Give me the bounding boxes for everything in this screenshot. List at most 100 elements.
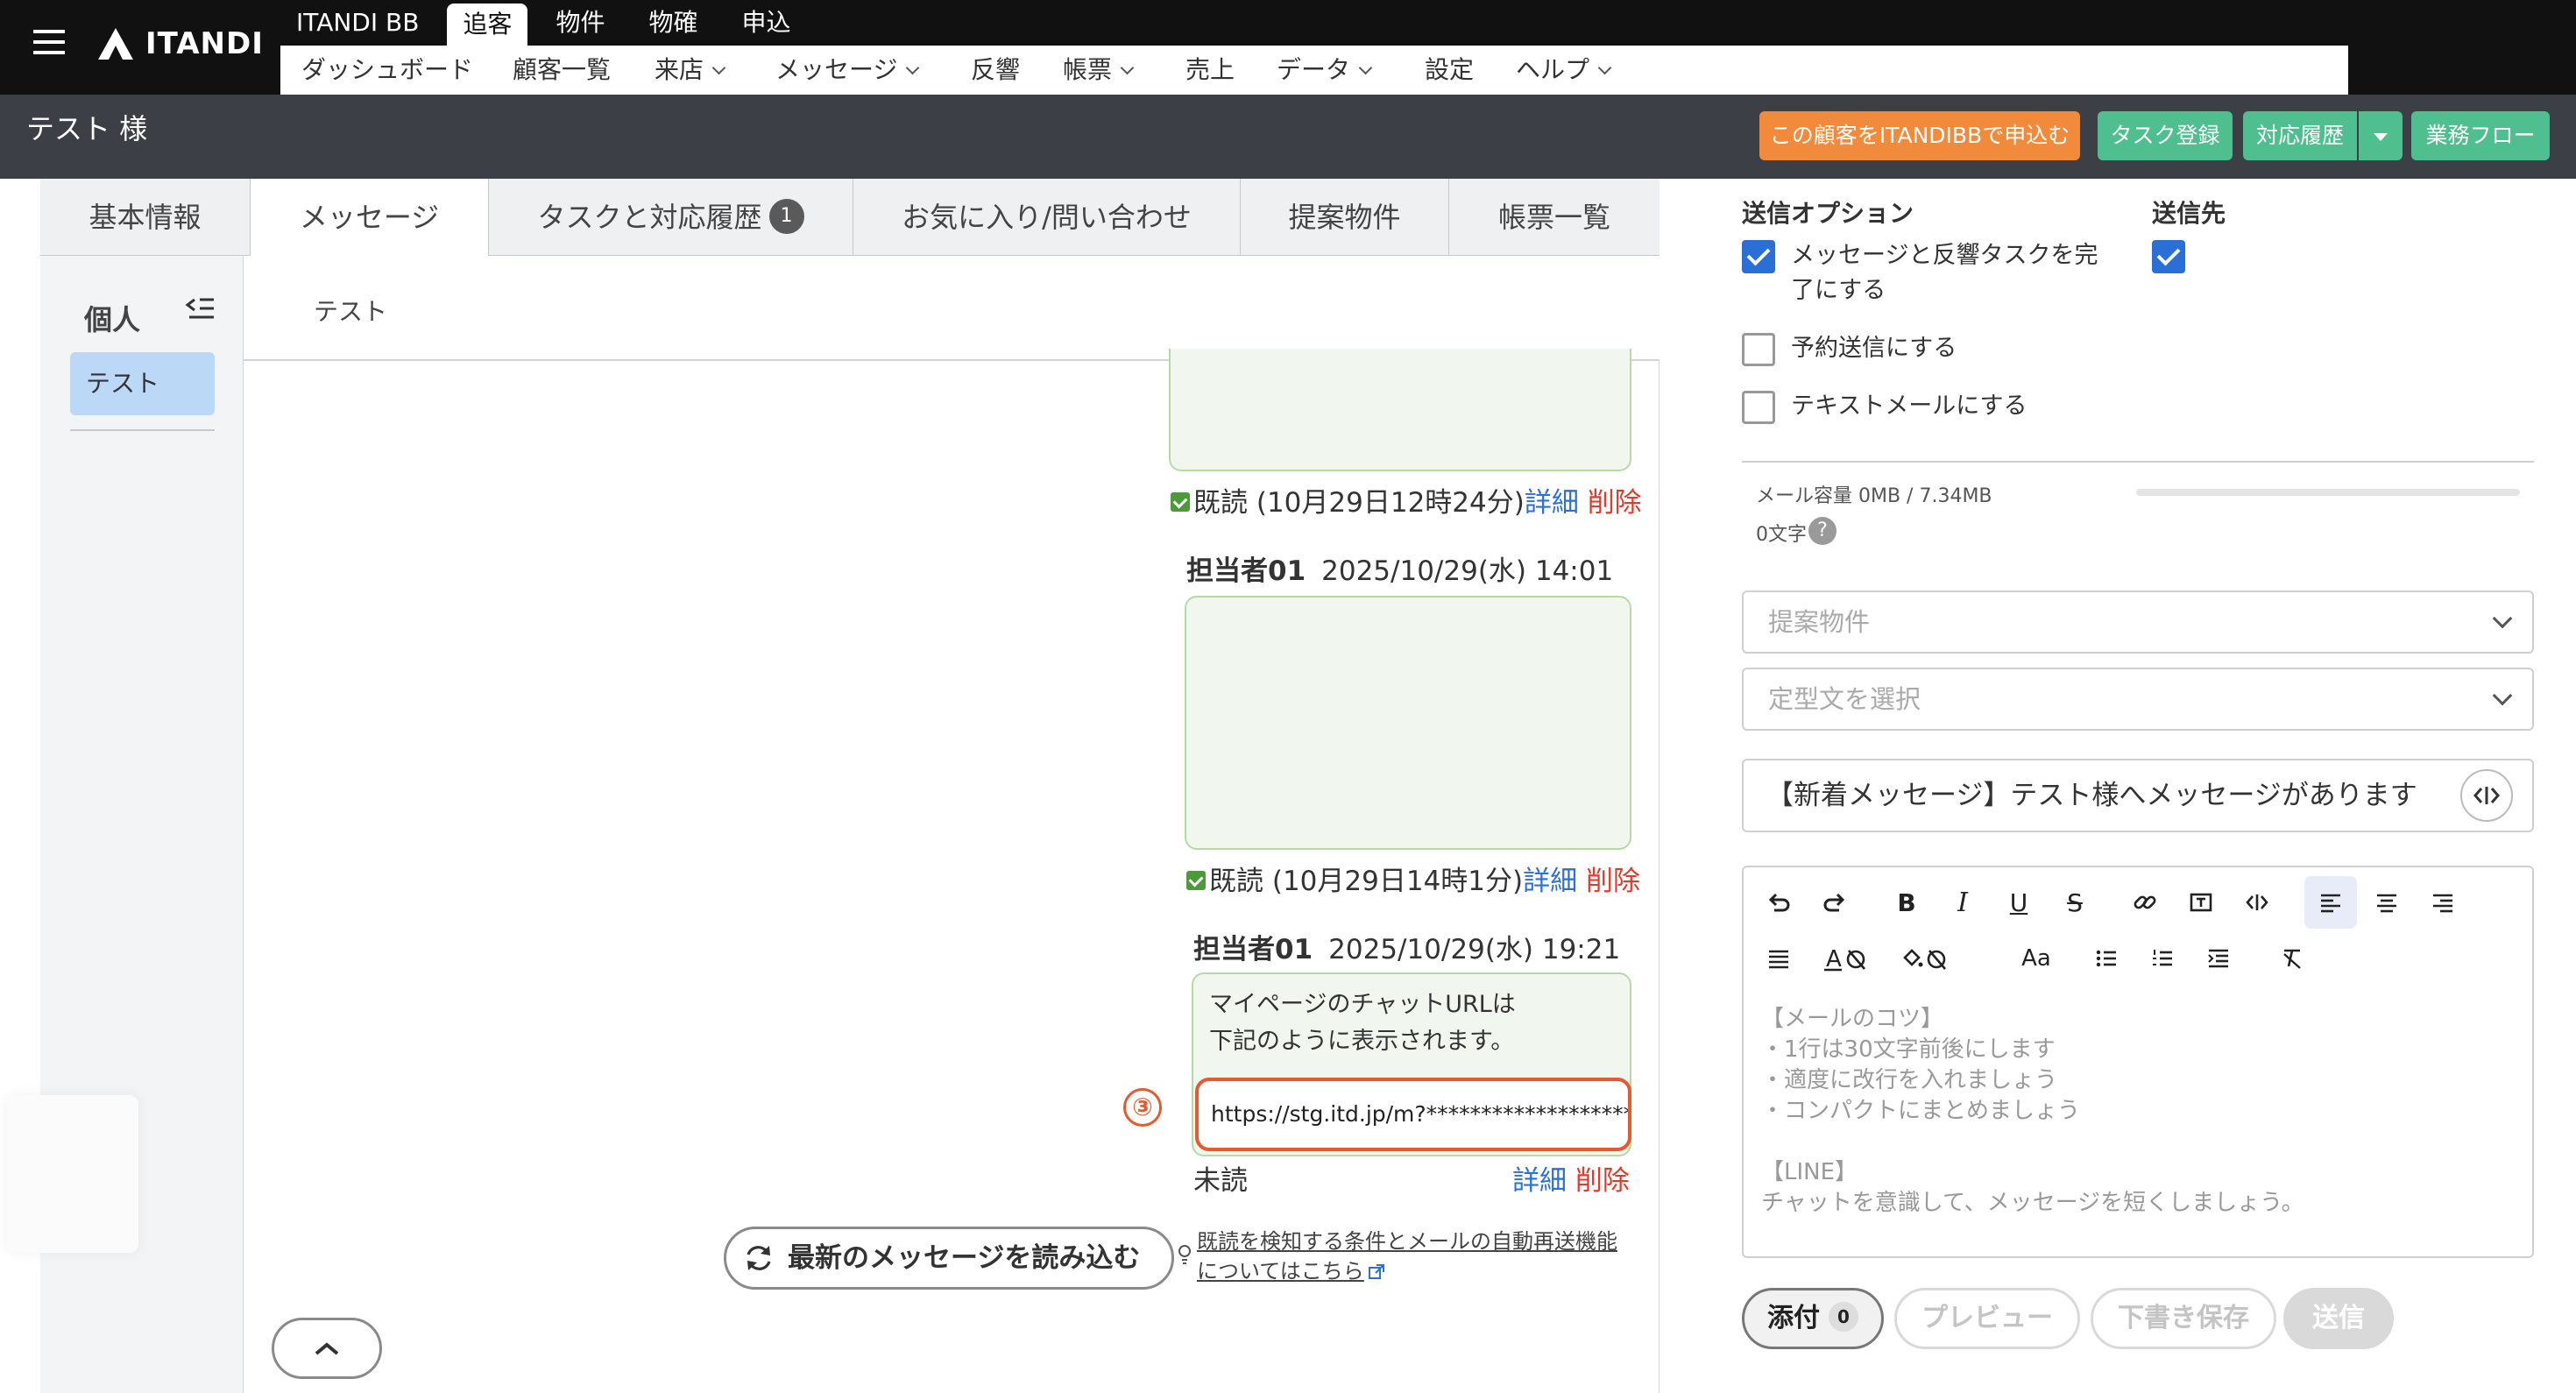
tab-proposals[interactable]: 提案物件 bbox=[1241, 179, 1449, 256]
attach-button[interactable]: 添付 0 bbox=[1742, 1288, 1884, 1349]
char-count: 0文字 bbox=[1756, 524, 1807, 546]
caret-down-icon bbox=[2374, 133, 2388, 141]
numbered-list-icon[interactable] bbox=[2136, 932, 2189, 985]
chat-header bbox=[244, 256, 1660, 361]
subnav-dashboard[interactable]: ダッシュボード bbox=[301, 46, 473, 95]
detail-link[interactable]: 詳細 bbox=[1525, 487, 1579, 519]
text-mail-checkbox[interactable] bbox=[1742, 391, 1775, 424]
task-register-button[interactable]: タスク登録 bbox=[2098, 111, 2233, 160]
complete-task-label: メッセージと反響タスクを完 了にする bbox=[1791, 242, 2098, 304]
code-insert-icon[interactable] bbox=[2231, 876, 2283, 929]
align-justify-icon[interactable] bbox=[1752, 932, 1805, 985]
itandi-logo[interactable]: ITANDI bbox=[96, 23, 264, 65]
preview-button[interactable]: プレビュー bbox=[1894, 1288, 2080, 1349]
collapse-sidebar-icon[interactable] bbox=[184, 293, 216, 324]
subnav-customers[interactable]: 顧客一覧 bbox=[513, 46, 611, 95]
logo-text: ITANDI bbox=[145, 26, 264, 61]
subnav-sales[interactable]: 売上 bbox=[1185, 46, 1235, 95]
font-size-icon[interactable]: Aa bbox=[2010, 932, 2063, 985]
sidebar-item-test[interactable]: テスト bbox=[70, 352, 215, 415]
align-right-icon[interactable] bbox=[2417, 876, 2469, 929]
top-nav: ITANDI BB 追客 物件 物確 申込 bbox=[280, 0, 819, 46]
message-status-row: 既読 (10月29日14時1分)詳細 削除 bbox=[1186, 859, 1640, 898]
subnav-response[interactable]: 反響 bbox=[971, 46, 1020, 95]
topnav-bukken[interactable]: 物件 bbox=[540, 2, 620, 44]
subnav-data[interactable]: データ bbox=[1277, 46, 1373, 95]
workflow-button[interactable]: 業務フロー bbox=[2411, 111, 2550, 160]
subnav-reports[interactable]: 帳票 bbox=[1063, 46, 1135, 95]
menu-icon[interactable] bbox=[30, 25, 68, 60]
chat-recipient-name: テスト bbox=[314, 297, 388, 326]
bullet-list-icon[interactable] bbox=[2080, 932, 2133, 985]
apply-itandibb-button[interactable]: この顧客をITANDIBBで申込む bbox=[1759, 111, 2080, 160]
message-sender-row: 担当者01 2025/10/29(水) 19:21 bbox=[1193, 934, 1621, 965]
mail-capacity: メール容量 0MB / 7.34MB bbox=[1756, 485, 1992, 507]
text-color-clear-icon[interactable]: A bbox=[1815, 932, 1882, 985]
proposal-select[interactable]: 提案物件 bbox=[1742, 590, 2534, 654]
complete-task-checkbox[interactable] bbox=[1742, 240, 1775, 273]
indent-icon[interactable] bbox=[2192, 932, 2245, 985]
tab-basic-info[interactable]: 基本情報 bbox=[40, 179, 251, 256]
subnav-message[interactable]: メッセージ bbox=[775, 46, 920, 95]
scheduled-send-checkbox[interactable] bbox=[1742, 333, 1775, 366]
topnav-itandibb[interactable]: ITANDI BB bbox=[280, 2, 435, 44]
message-text-line: 下記のように表示されます。 bbox=[1209, 1028, 1515, 1055]
delete-link[interactable]: 削除 bbox=[1586, 866, 1640, 897]
strikethrough-icon[interactable]: S bbox=[2049, 876, 2101, 929]
destination-checkbox[interactable] bbox=[2152, 240, 2185, 273]
task-count-badge: 1 bbox=[768, 199, 804, 234]
subnav-visit[interactable]: 来店 bbox=[655, 46, 726, 95]
help-icon[interactable]: ? bbox=[1808, 517, 1836, 545]
message-body-placeholder[interactable]: 【メールのコツ】 ・1行は30文字前後にします ・適度に改行を入れましょう ・コ… bbox=[1761, 1004, 2304, 1219]
subnav-settings[interactable]: 設定 bbox=[1425, 46, 1474, 95]
history-button[interactable]: 対応履歴 bbox=[2243, 111, 2357, 160]
tab-favorites-inquiries[interactable]: お気に入り/問い合わせ bbox=[853, 179, 1241, 256]
undo-icon[interactable] bbox=[1752, 876, 1805, 929]
tab-reports[interactable]: 帳票一覧 bbox=[1449, 179, 1660, 256]
read-check-icon bbox=[1186, 870, 1206, 890]
chat-url-link[interactable]: https://stg.itd.jp/m?*******************… bbox=[1195, 1078, 1631, 1151]
topnav-tsuikyaku[interactable]: 追客 bbox=[447, 4, 528, 46]
detail-link[interactable]: 詳細 bbox=[1523, 866, 1577, 897]
send-options-title: 送信オプション bbox=[1742, 199, 1914, 228]
message-status-row: 既読 (10月29日12時24分)詳細 削除 bbox=[1171, 480, 1642, 520]
subnav-help[interactable]: ヘルプ bbox=[1516, 46, 1612, 95]
template-select[interactable]: 定型文を選択 bbox=[1742, 668, 2534, 731]
scheduled-send-label: 予約送信にする bbox=[1791, 335, 1957, 362]
align-left-icon[interactable] bbox=[2304, 876, 2357, 929]
chevron-down-icon bbox=[906, 60, 920, 75]
topnav-moushikomi[interactable]: 申込 bbox=[725, 2, 806, 44]
step-marker: ③ bbox=[1123, 1088, 1162, 1127]
delete-link[interactable]: 削除 bbox=[1575, 1165, 1630, 1197]
subject-input[interactable]: 【新着メッセージ】テスト様へメッセージがあります bbox=[1742, 759, 2534, 832]
bold-icon[interactable]: B bbox=[1880, 876, 1933, 929]
tab-tasks-history[interactable]: タスクと対応履歴 1 bbox=[489, 179, 853, 256]
insert-variable-icon[interactable] bbox=[2460, 769, 2513, 822]
save-draft-button[interactable]: 下書き保存 bbox=[2091, 1288, 2276, 1349]
tab-message[interactable]: メッセージ bbox=[251, 179, 489, 256]
scroll-top-button[interactable] bbox=[272, 1318, 382, 1379]
clear-format-icon[interactable] bbox=[2266, 932, 2318, 985]
text-box-icon[interactable] bbox=[2175, 876, 2227, 929]
align-center-icon[interactable] bbox=[2360, 876, 2413, 929]
redo-icon[interactable] bbox=[1808, 876, 1861, 929]
divider bbox=[1742, 461, 2534, 463]
history-dropdown-button[interactable] bbox=[2359, 111, 2403, 160]
detail-link[interactable]: 詳細 bbox=[1512, 1165, 1567, 1197]
topnav-bukkaku[interactable]: 物確 bbox=[633, 2, 713, 44]
delete-link[interactable]: 削除 bbox=[1588, 487, 1642, 519]
underline-icon[interactable]: U bbox=[1992, 876, 2045, 929]
sidebar-title: 個人 bbox=[84, 303, 141, 336]
floating-widget bbox=[7, 1095, 138, 1253]
send-destination-title: 送信先 bbox=[2152, 199, 2226, 228]
reload-messages-button[interactable]: 最新のメッセージを読み込む bbox=[724, 1227, 1174, 1290]
sidebar-divider bbox=[70, 429, 215, 431]
chevron-down-icon bbox=[1358, 60, 1373, 75]
italic-icon[interactable]: I bbox=[1936, 876, 1989, 929]
background-color-clear-icon[interactable] bbox=[1893, 932, 1959, 985]
link-icon[interactable] bbox=[2119, 876, 2171, 929]
attach-count-badge: 0 bbox=[1829, 1301, 1858, 1332]
send-button[interactable]: 送信 bbox=[2283, 1288, 2394, 1349]
text-mail-label: テキストメールにする bbox=[1791, 392, 2028, 420]
read-detection-help-link[interactable]: 既読を検知する条件とメールの自動再送機能 についてはこちら bbox=[1197, 1227, 1617, 1286]
